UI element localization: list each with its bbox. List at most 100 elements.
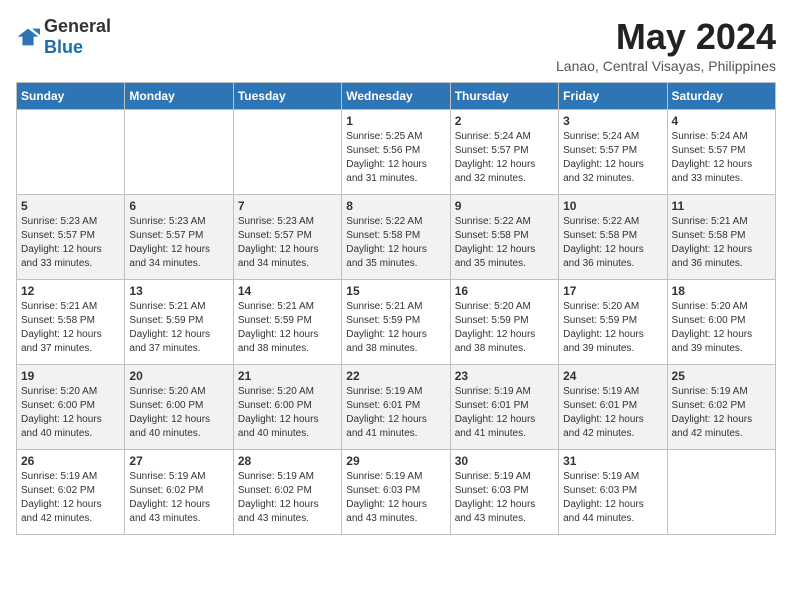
logo-blue: Blue — [44, 37, 83, 57]
day-number: 8 — [346, 199, 445, 213]
day-info: Sunrise: 5:23 AMSunset: 5:57 PMDaylight:… — [238, 215, 337, 271]
day-number: 29 — [346, 454, 445, 468]
calendar-cell: 24 Sunrise: 5:19 AMSunset: 6:01 PMDayligh… — [559, 365, 667, 450]
day-number: 5 — [21, 199, 120, 213]
calendar-week-row: 26 Sunrise: 5:19 AMSunset: 6:02 PMDayligh… — [17, 450, 776, 535]
month-title: May 2024 — [556, 16, 776, 58]
day-info: Sunrise: 5:24 AMSunset: 5:57 PMDaylight:… — [672, 130, 771, 186]
day-info: Sunrise: 5:24 AMSunset: 5:57 PMDaylight:… — [455, 130, 554, 186]
day-header-sunday: Sunday — [17, 83, 125, 110]
day-info: Sunrise: 5:21 AMSunset: 5:59 PMDaylight:… — [346, 300, 445, 356]
day-info: Sunrise: 5:19 AMSunset: 6:02 PMDaylight:… — [21, 470, 120, 526]
day-info: Sunrise: 5:22 AMSunset: 5:58 PMDaylight:… — [563, 215, 662, 271]
calendar-table: SundayMondayTuesdayWednesdayThursdayFrid… — [16, 82, 776, 535]
calendar-cell: 26 Sunrise: 5:19 AMSunset: 6:02 PMDayligh… — [17, 450, 125, 535]
calendar-cell: 20Sunrise: 5:20 AMSunset: 6:00 PMDayligh… — [125, 365, 233, 450]
day-info: Sunrise: 5:19 AMSunset: 6:02 PMDaylight:… — [672, 385, 771, 441]
day-header-thursday: Thursday — [450, 83, 558, 110]
header: General Blue May 2024 Lanao, Central Vis… — [16, 16, 776, 74]
calendar-cell: 10 Sunrise: 5:22 AMSunset: 5:58 PMDayligh… — [559, 195, 667, 280]
calendar-cell: 16Sunrise: 5:20 AMSunset: 5:59 PMDayligh… — [450, 280, 558, 365]
calendar-cell: 1 Sunrise: 5:25 AMSunset: 5:56 PMDaylight… — [342, 110, 450, 195]
day-info: Sunrise: 5:20 AMSunset: 6:00 PMDaylight:… — [21, 385, 120, 441]
day-header-tuesday: Tuesday — [233, 83, 341, 110]
calendar-body: 1 Sunrise: 5:25 AMSunset: 5:56 PMDaylight… — [17, 110, 776, 535]
day-info: Sunrise: 5:19 AMSunset: 6:03 PMDaylight:… — [455, 470, 554, 526]
calendar-cell: 31 Sunrise: 5:19 AMSunset: 6:03 PMDayligh… — [559, 450, 667, 535]
day-number: 9 — [455, 199, 554, 213]
calendar-cell: 30Sunrise: 5:19 AMSunset: 6:03 PMDayligh… — [450, 450, 558, 535]
calendar-cell: 18Sunrise: 5:20 AMSunset: 6:00 PMDayligh… — [667, 280, 775, 365]
day-info: Sunrise: 5:19 AMSunset: 6:03 PMDaylight:… — [563, 470, 662, 526]
day-info: Sunrise: 5:21 AMSunset: 5:58 PMDaylight:… — [21, 300, 120, 356]
day-info: Sunrise: 5:20 AMSunset: 6:00 PMDaylight:… — [129, 385, 228, 441]
day-number: 15 — [346, 284, 445, 298]
day-header-wednesday: Wednesday — [342, 83, 450, 110]
logo-general: General — [44, 16, 111, 36]
day-number: 26 — [21, 454, 120, 468]
day-info: Sunrise: 5:19 AMSunset: 6:01 PMDaylight:… — [346, 385, 445, 441]
day-number: 11 — [672, 199, 771, 213]
day-number: 23 — [455, 369, 554, 383]
day-number: 28 — [238, 454, 337, 468]
day-number: 24 — [563, 369, 662, 383]
day-number: 25 — [672, 369, 771, 383]
calendar-cell: 3Sunrise: 5:24 AMSunset: 5:57 PMDaylight… — [559, 110, 667, 195]
calendar-cell: 12Sunrise: 5:21 AMSunset: 5:58 PMDayligh… — [17, 280, 125, 365]
calendar-cell: 11Sunrise: 5:21 AMSunset: 5:58 PMDayligh… — [667, 195, 775, 280]
day-number: 18 — [672, 284, 771, 298]
calendar-cell: 2 Sunrise: 5:24 AMSunset: 5:57 PMDaylight… — [450, 110, 558, 195]
calendar-week-row: 12Sunrise: 5:21 AMSunset: 5:58 PMDayligh… — [17, 280, 776, 365]
logo: General Blue — [16, 16, 111, 58]
day-number: 4 — [672, 114, 771, 128]
day-info: Sunrise: 5:20 AMSunset: 5:59 PMDaylight:… — [563, 300, 662, 356]
calendar-cell: 21 Sunrise: 5:20 AMSunset: 6:00 PMDayligh… — [233, 365, 341, 450]
calendar-week-row: 1 Sunrise: 5:25 AMSunset: 5:56 PMDaylight… — [17, 110, 776, 195]
day-number: 14 — [238, 284, 337, 298]
calendar-cell: 7Sunrise: 5:23 AMSunset: 5:57 PMDaylight… — [233, 195, 341, 280]
day-info: Sunrise: 5:25 AMSunset: 5:56 PMDaylight:… — [346, 130, 445, 186]
calendar-cell: 13 Sunrise: 5:21 AMSunset: 5:59 PMDayligh… — [125, 280, 233, 365]
calendar-cell: 5Sunrise: 5:23 AMSunset: 5:57 PMDaylight… — [17, 195, 125, 280]
calendar-cell: 4 Sunrise: 5:24 AMSunset: 5:57 PMDaylight… — [667, 110, 775, 195]
day-number: 27 — [129, 454, 228, 468]
calendar-header-row: SundayMondayTuesdayWednesdayThursdayFrid… — [17, 83, 776, 110]
day-number: 31 — [563, 454, 662, 468]
day-info: Sunrise: 5:19 AMSunset: 6:03 PMDaylight:… — [346, 470, 445, 526]
day-number: 2 — [455, 114, 554, 128]
day-number: 1 — [346, 114, 445, 128]
day-number: 13 — [129, 284, 228, 298]
day-info: Sunrise: 5:20 AMSunset: 6:00 PMDaylight:… — [238, 385, 337, 441]
calendar-cell: 6 Sunrise: 5:23 AMSunset: 5:57 PMDaylight… — [125, 195, 233, 280]
day-info: Sunrise: 5:19 AMSunset: 6:02 PMDaylight:… — [238, 470, 337, 526]
calendar-week-row: 5 Sunrise: 5:23 AMSunset: 5:57 PMDaylight… — [17, 195, 776, 280]
logo-icon — [16, 27, 40, 47]
location-subtitle: Lanao, Central Visayas, Philippines — [556, 58, 776, 74]
calendar-cell: 15 Sunrise: 5:21 AMSunset: 5:59 PMDayligh… — [342, 280, 450, 365]
calendar-cell — [125, 110, 233, 195]
day-info: Sunrise: 5:19 AMSunset: 6:02 PMDaylight:… — [129, 470, 228, 526]
calendar-cell: 23Sunrise: 5:19 AMSunset: 6:01 PMDayligh… — [450, 365, 558, 450]
calendar-cell: 17 Sunrise: 5:20 AMSunset: 5:59 PMDayligh… — [559, 280, 667, 365]
day-info: Sunrise: 5:22 AMSunset: 5:58 PMDaylight:… — [346, 215, 445, 271]
day-header-saturday: Saturday — [667, 83, 775, 110]
calendar-cell — [17, 110, 125, 195]
calendar-week-row: 19Sunrise: 5:20 AMSunset: 6:00 PMDayligh… — [17, 365, 776, 450]
day-number: 10 — [563, 199, 662, 213]
calendar-cell: 22 Sunrise: 5:19 AMSunset: 6:01 PMDayligh… — [342, 365, 450, 450]
day-info: Sunrise: 5:20 AMSunset: 5:59 PMDaylight:… — [455, 300, 554, 356]
day-info: Sunrise: 5:23 AMSunset: 5:57 PMDaylight:… — [129, 215, 228, 271]
calendar-cell: 14Sunrise: 5:21 AMSunset: 5:59 PMDayligh… — [233, 280, 341, 365]
day-number: 6 — [129, 199, 228, 213]
day-info: Sunrise: 5:24 AMSunset: 5:57 PMDaylight:… — [563, 130, 662, 186]
day-number: 21 — [238, 369, 337, 383]
day-number: 17 — [563, 284, 662, 298]
day-info: Sunrise: 5:22 AMSunset: 5:58 PMDaylight:… — [455, 215, 554, 271]
day-info: Sunrise: 5:19 AMSunset: 6:01 PMDaylight:… — [563, 385, 662, 441]
day-info: Sunrise: 5:21 AMSunset: 5:59 PMDaylight:… — [129, 300, 228, 356]
calendar-cell: 9 Sunrise: 5:22 AMSunset: 5:58 PMDaylight… — [450, 195, 558, 280]
calendar-cell — [667, 450, 775, 535]
day-number: 22 — [346, 369, 445, 383]
calendar-cell: 8 Sunrise: 5:22 AMSunset: 5:58 PMDaylight… — [342, 195, 450, 280]
calendar-cell: 25 Sunrise: 5:19 AMSunset: 6:02 PMDayligh… — [667, 365, 775, 450]
